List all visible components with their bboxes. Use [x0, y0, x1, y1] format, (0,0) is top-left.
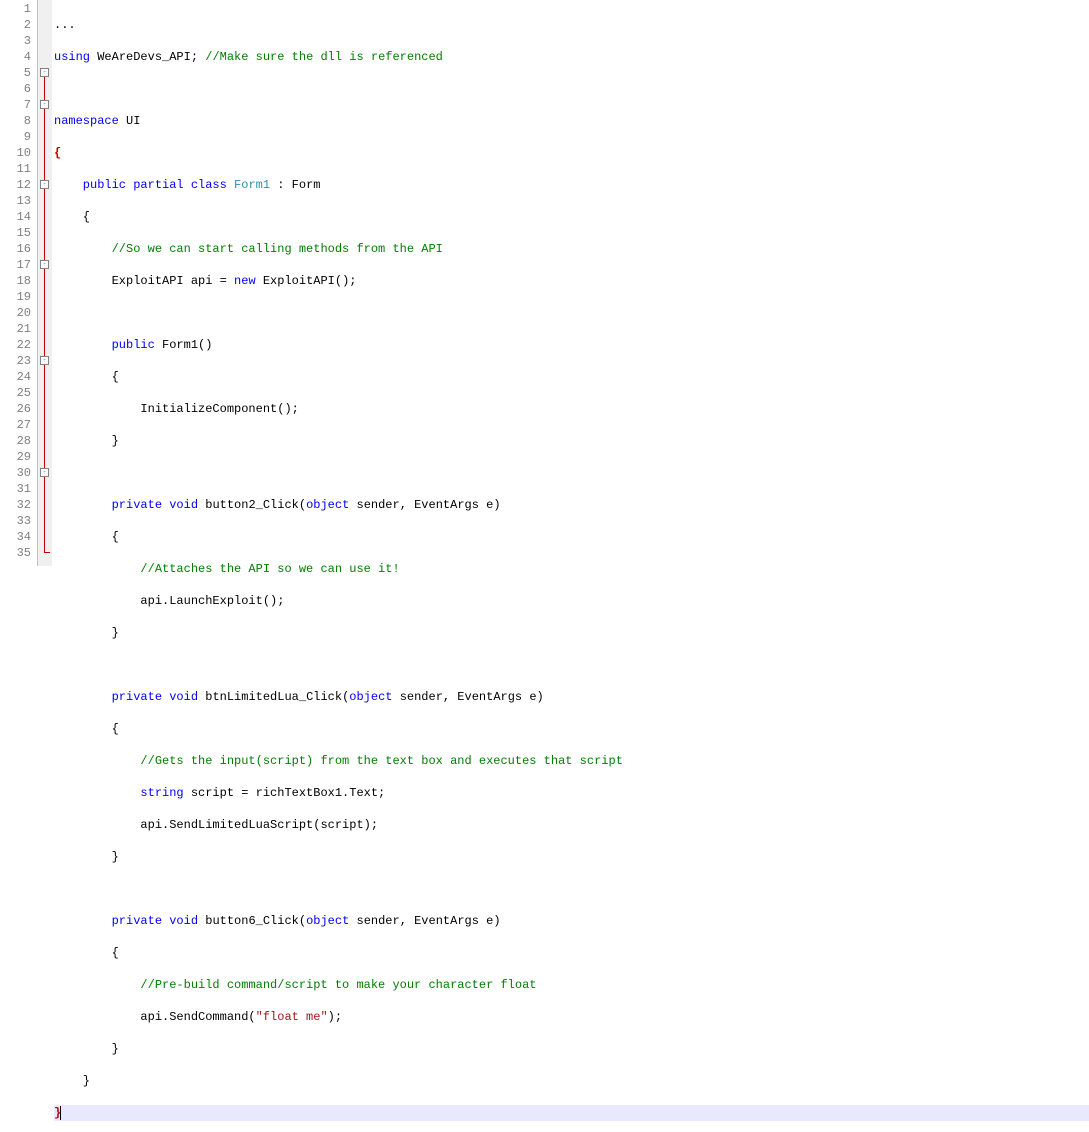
code-line: api.LaunchExploit(); — [54, 593, 1089, 609]
line-number: 5 — [0, 65, 31, 81]
code-line: ... — [54, 17, 1089, 33]
line-number: 24 — [0, 369, 31, 385]
line-number: 8 — [0, 113, 31, 129]
fold-toggle-line-5[interactable]: - — [40, 68, 49, 77]
line-number: 25 — [0, 385, 31, 401]
fold-toggle-line-30[interactable]: - — [40, 468, 49, 477]
line-number: 35 — [0, 545, 31, 561]
code-line — [54, 881, 1089, 897]
line-number: 32 — [0, 497, 31, 513]
code-line: } — [54, 849, 1089, 865]
line-number: 10 — [0, 145, 31, 161]
line-number: 23 — [0, 353, 31, 369]
line-number: 27 — [0, 417, 31, 433]
code-line: { — [54, 145, 1089, 161]
line-number: 30 — [0, 465, 31, 481]
line-number: 13 — [0, 193, 31, 209]
line-number: 16 — [0, 241, 31, 257]
line-number: 9 — [0, 129, 31, 145]
line-number: 11 — [0, 161, 31, 177]
code-line: { — [54, 209, 1089, 225]
code-line — [54, 305, 1089, 321]
code-line: } — [54, 1073, 1089, 1089]
code-line: } — [54, 433, 1089, 449]
code-line: private void button2_Click(object sender… — [54, 497, 1089, 513]
line-number: 20 — [0, 305, 31, 321]
code-line: namespace UI — [54, 113, 1089, 129]
fold-toggle-line-12[interactable]: - — [40, 180, 49, 189]
fold-toggle-line-23[interactable]: - — [40, 356, 49, 365]
code-line — [54, 81, 1089, 97]
fold-line — [44, 68, 45, 552]
code-line: ExploitAPI api = new ExploitAPI(); — [54, 273, 1089, 289]
line-number: 2 — [0, 17, 31, 33]
code-line: } — [54, 1041, 1089, 1057]
code-line — [54, 465, 1089, 481]
line-number: 22 — [0, 337, 31, 353]
code-line: private void btnLimitedLua_Click(object … — [54, 689, 1089, 705]
code-editor[interactable]: ... using WeAreDevs_API; //Make sure the… — [52, 0, 1089, 566]
line-number: 17 — [0, 257, 31, 273]
code-line: InitializeComponent(); — [54, 401, 1089, 417]
line-number: 12 — [0, 177, 31, 193]
code-line: //So we can start calling methods from t… — [54, 241, 1089, 257]
code-line: //Gets the input(script) from the text b… — [54, 753, 1089, 769]
line-number: 19 — [0, 289, 31, 305]
code-line: public Form1() — [54, 337, 1089, 353]
line-number: 34 — [0, 529, 31, 545]
line-number-gutter: 1234567891011121314151617181920212223242… — [0, 0, 38, 566]
fold-toggle-line-7[interactable]: - — [40, 100, 49, 109]
line-number: 21 — [0, 321, 31, 337]
fold-end — [44, 552, 50, 553]
code-line: { — [54, 945, 1089, 961]
code-line: private void button6_Click(object sender… — [54, 913, 1089, 929]
code-line: //Pre-build command/script to make your … — [54, 977, 1089, 993]
code-line: { — [54, 529, 1089, 545]
code-line: //Attaches the API so we can use it! — [54, 561, 1089, 577]
line-number: 18 — [0, 273, 31, 289]
code-line: public partial class Form1 : Form — [54, 177, 1089, 193]
code-line: using WeAreDevs_API; //Make sure the dll… — [54, 49, 1089, 65]
line-number: 28 — [0, 433, 31, 449]
code-line-current: } — [54, 1105, 1089, 1121]
line-number: 1 — [0, 1, 31, 17]
line-number: 15 — [0, 225, 31, 241]
line-number: 31 — [0, 481, 31, 497]
fold-gutter: - - - - - - — [38, 0, 52, 566]
line-number: 3 — [0, 33, 31, 49]
fold-toggle-line-17[interactable]: - — [40, 260, 49, 269]
code-line: { — [54, 721, 1089, 737]
code-line: api.SendCommand("float me"); — [54, 1009, 1089, 1025]
line-number: 4 — [0, 49, 31, 65]
code-line — [54, 657, 1089, 673]
line-number: 33 — [0, 513, 31, 529]
code-line: api.SendLimitedLuaScript(script); — [54, 817, 1089, 833]
code-line: { — [54, 369, 1089, 385]
line-number: 14 — [0, 209, 31, 225]
text-caret — [60, 1106, 61, 1120]
line-number: 6 — [0, 81, 31, 97]
line-number: 26 — [0, 401, 31, 417]
code-line: } — [54, 625, 1089, 641]
line-number: 7 — [0, 97, 31, 113]
line-number: 29 — [0, 449, 31, 465]
code-line: string script = richTextBox1.Text; — [54, 785, 1089, 801]
